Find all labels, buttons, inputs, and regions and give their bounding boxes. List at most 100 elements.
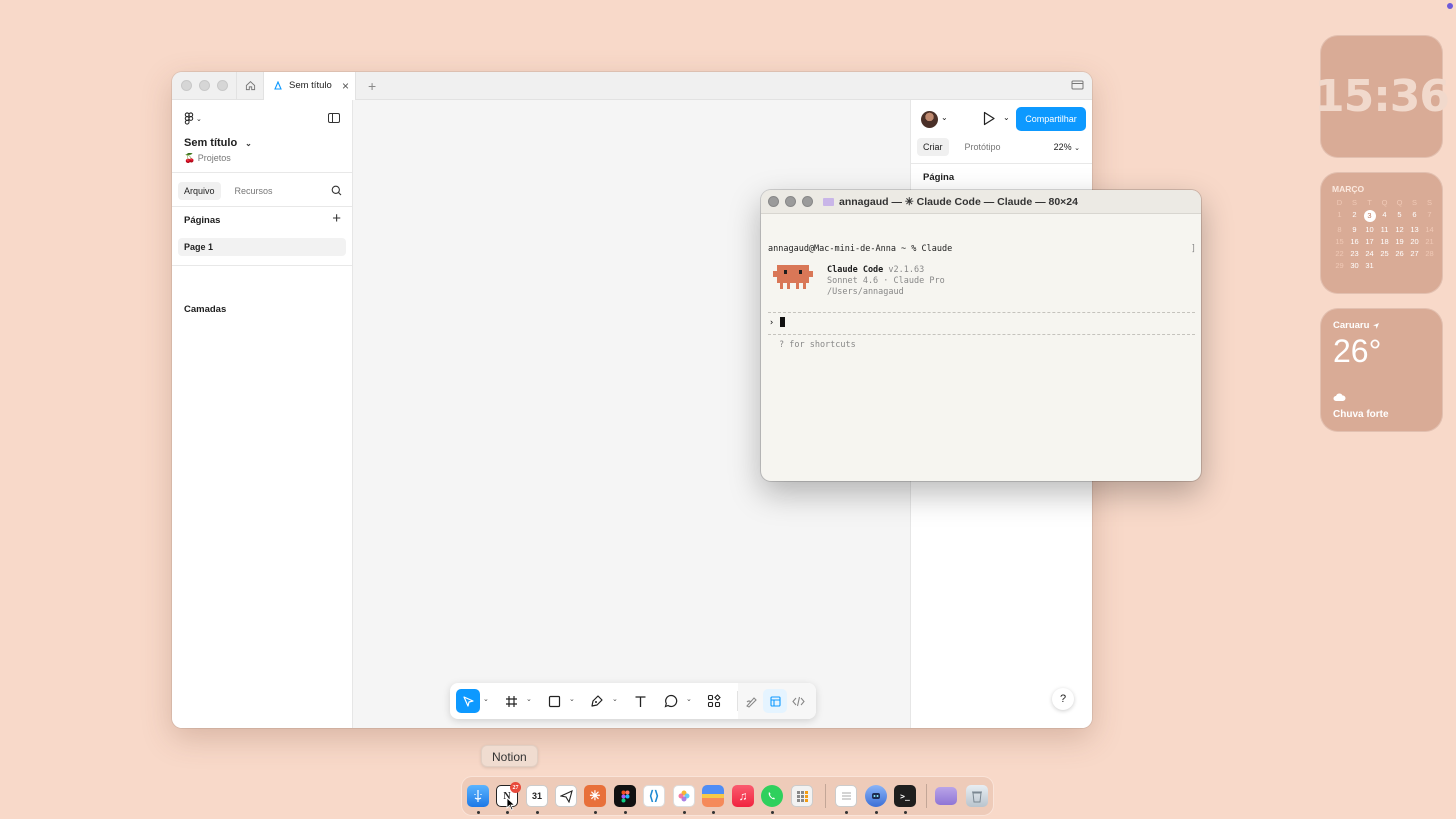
- clock-widget[interactable]: 15:36: [1314, 35, 1450, 158]
- photos-icon[interactable]: [673, 785, 695, 807]
- text-tool-button[interactable]: [628, 689, 652, 713]
- new-tab-button[interactable]: +: [368, 78, 376, 94]
- calendar-day: 19: [1395, 237, 1404, 246]
- chevron-down-icon[interactable]: ⌄: [612, 695, 618, 703]
- close-window-button[interactable]: [768, 196, 779, 207]
- calendar-day: 12: [1395, 225, 1404, 234]
- arc-icon[interactable]: [702, 785, 724, 807]
- left-sidebar: ⌄ Sem título ⌄ 🍒 Projetos Arquivo Recurs…: [172, 100, 353, 728]
- draw-mode-button[interactable]: [739, 689, 763, 713]
- main-menu-button[interactable]: ⌄: [184, 112, 202, 125]
- tab-arquivo[interactable]: Arquivo: [178, 182, 221, 200]
- app-name-text: Claude Code: [827, 265, 884, 275]
- pen-tool-button[interactable]: [585, 689, 609, 713]
- tab-criar[interactable]: Criar: [917, 138, 949, 156]
- left-panel-tabs: Arquivo Recursos: [178, 180, 346, 202]
- running-indicator: [712, 811, 715, 814]
- vscode-icon[interactable]: ⟨⟩: [643, 785, 665, 807]
- calendar-day: 10: [1365, 225, 1374, 234]
- calendar-widget[interactable]: MARÇO D S T Q Q S S 1 2 3 4 5 6 7 8 9 10 11 12 13 14 1…: [1320, 172, 1443, 294]
- calendar-day: 27: [1410, 249, 1419, 258]
- chevron-down-icon[interactable]: ⌄: [941, 113, 948, 122]
- tab-prototipo[interactable]: Protótipo: [959, 138, 1007, 156]
- share-button[interactable]: Compartilhar: [1016, 107, 1086, 131]
- terminal-icon[interactable]: >_: [894, 785, 916, 807]
- chevron-down-icon[interactable]: ⌄: [569, 695, 575, 703]
- add-page-icon[interactable]: +: [332, 210, 341, 227]
- calculator-icon[interactable]: [791, 785, 813, 807]
- chevron-down-icon[interactable]: ⌄: [526, 695, 532, 703]
- divider: [911, 163, 1092, 164]
- calendar-icon[interactable]: 31: [526, 785, 548, 807]
- screen-recording-indicator: [1447, 3, 1453, 9]
- notes-icon[interactable]: [835, 785, 857, 807]
- help-button[interactable]: ?: [1052, 688, 1074, 710]
- scroll-marker: ]: [1190, 244, 1196, 254]
- tab-recursos[interactable]: Recursos: [229, 182, 279, 200]
- divider: [172, 265, 352, 266]
- maximize-window-button[interactable]: [217, 80, 228, 91]
- play-icon[interactable]: [982, 111, 996, 126]
- calendar-month: MARÇO: [1332, 184, 1365, 194]
- paper-plane-icon: [559, 789, 573, 803]
- maximize-window-button[interactable]: [802, 196, 813, 207]
- ai-assistant-icon[interactable]: [865, 785, 887, 807]
- telegram-icon[interactable]: [555, 785, 577, 807]
- terminal-window: annagaud — ✳ Claude Code — Claude — 80×2…: [761, 190, 1201, 481]
- weather-widget[interactable]: Caruaru 26° Chuva forte: [1320, 308, 1443, 432]
- text-t-icon: [635, 695, 645, 707]
- app-version: v2.1.63: [888, 265, 925, 275]
- comment-tool-button[interactable]: [659, 689, 683, 713]
- toolbar-divider: [737, 691, 738, 711]
- shape-tool-button[interactable]: [542, 689, 566, 713]
- chevron-down-icon[interactable]: ⌄: [1003, 113, 1010, 122]
- whatsapp-icon[interactable]: [761, 785, 783, 807]
- input-cursor[interactable]: [780, 317, 785, 327]
- window-controls: [181, 80, 228, 91]
- calendar-day: 7: [1427, 210, 1432, 219]
- search-icon[interactable]: [331, 185, 342, 196]
- zoom-dropdown[interactable]: 22% ⌄: [1054, 142, 1080, 152]
- right-panel-tabs: Criar Protótipo: [917, 138, 1007, 156]
- model-info: Sonnet 4.6 · Claude Pro: [827, 276, 945, 286]
- chevron-down-icon: ⌄: [245, 138, 252, 148]
- downloads-folder-icon[interactable]: [935, 787, 957, 805]
- music-icon[interactable]: ♫: [732, 785, 754, 807]
- finder-icon[interactable]: [467, 785, 489, 807]
- project-link[interactable]: 🍒 Projetos: [184, 153, 231, 164]
- weekday-label: S: [1411, 198, 1417, 207]
- folder-icon[interactable]: [1071, 79, 1084, 91]
- calendar-day: 14: [1425, 225, 1434, 234]
- trash-icon[interactable]: [966, 785, 988, 807]
- divider: [172, 206, 352, 207]
- rectangle-icon: [548, 695, 560, 707]
- close-tab-icon[interactable]: ×: [342, 79, 349, 93]
- photos-flower-icon: [678, 790, 690, 802]
- actions-button[interactable]: [702, 689, 726, 713]
- trash-can-icon: [972, 791, 982, 802]
- dev-mode-button[interactable]: [786, 689, 810, 713]
- home-button[interactable]: [236, 72, 264, 100]
- file-name[interactable]: Sem título ⌄: [184, 137, 252, 149]
- zoom-value: 22%: [1053, 142, 1072, 152]
- page-item[interactable]: Page 1: [178, 238, 346, 256]
- minimize-window-button[interactable]: [199, 80, 210, 91]
- design-mode-button[interactable]: [763, 689, 787, 713]
- chevron-down-icon: ⌄: [196, 115, 202, 123]
- claude-icon[interactable]: ✳: [584, 785, 606, 807]
- tab-sem-titulo[interactable]: Sem título ×: [264, 72, 356, 100]
- avatar[interactable]: [921, 111, 938, 128]
- figma-icon[interactable]: [614, 785, 636, 807]
- sidebar-toggle-icon[interactable]: [328, 113, 340, 123]
- minimize-window-button[interactable]: [785, 196, 796, 207]
- close-window-button[interactable]: [181, 80, 192, 91]
- move-tool-button[interactable]: [456, 689, 480, 713]
- frame-tool-button[interactable]: [499, 689, 523, 713]
- chevron-down-icon[interactable]: ⌄: [483, 695, 489, 703]
- notification-badge: 27: [510, 782, 521, 793]
- calendar-day: 22: [1335, 249, 1344, 258]
- calendar-day: 23: [1350, 249, 1359, 258]
- calendar-day: 13: [1410, 225, 1419, 234]
- chevron-down-icon[interactable]: ⌄: [686, 695, 692, 703]
- divider: [172, 172, 352, 173]
